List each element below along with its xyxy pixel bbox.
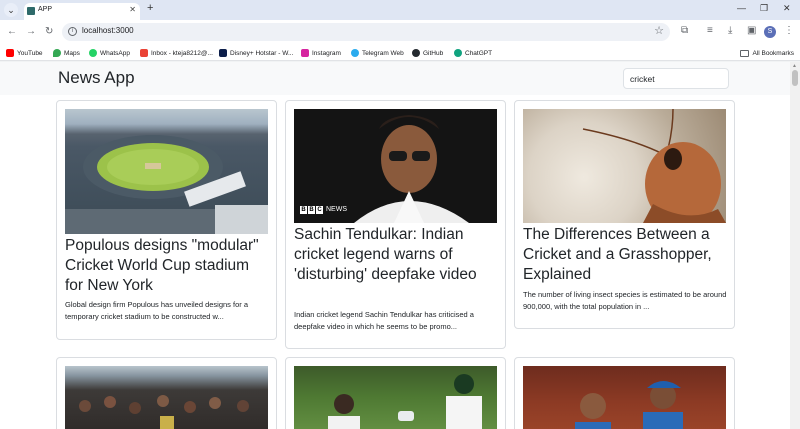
scroll-up-icon[interactable]: ▲ [792, 63, 797, 69]
folder-icon [740, 49, 750, 57]
hotstar-icon [219, 49, 227, 57]
forward-icon[interactable]: → [26, 26, 36, 37]
news-card[interactable] [56, 357, 277, 429]
tab-strip: ⌄ APP ✕ + — ❐ ✕ [0, 0, 800, 20]
portrait-image: B B C NEWS [294, 109, 497, 223]
bookmark-hotstar[interactable]: Disney+ Hotstar - W... [219, 47, 293, 59]
card-description: Indian cricket legend Sachin Tendulkar h… [294, 310, 474, 331]
profile-avatar[interactable]: S [764, 26, 776, 38]
maps-icon [53, 49, 61, 57]
downloads-icon[interactable]: ⤓ [728, 25, 732, 36]
side-panel-icon[interactable]: ▣ [747, 25, 756, 36]
address-bar[interactable]: i localhost:3000 ☆ [62, 23, 670, 41]
back-icon[interactable]: ← [7, 26, 17, 37]
chatgpt-icon [454, 49, 462, 57]
card-title[interactable]: The Differences Between a Cricket and a … [523, 225, 729, 285]
players-image [523, 366, 726, 429]
scroll-thumb[interactable] [792, 70, 798, 86]
all-bookmarks-button[interactable]: All Bookmarks [740, 47, 794, 59]
bookmark-instagram[interactable]: Instagram [301, 47, 341, 59]
news-card[interactable]: The Differences Between a Cricket and a … [514, 100, 735, 329]
card-description: The number of living insect species is e… [523, 290, 727, 311]
youtube-icon [6, 49, 14, 57]
bookmark-whatsapp[interactable]: WhatsApp [89, 47, 130, 59]
url-text: localhost:3000 [82, 26, 134, 35]
app-title: News App [58, 68, 135, 87]
page-viewport: News App Populous designs "modular" Cric… [0, 62, 790, 429]
bookmark-maps[interactable]: Maps [53, 47, 80, 59]
reload-icon[interactable]: ↻ [45, 26, 53, 37]
gmail-icon [140, 49, 148, 57]
minimize-icon[interactable]: — [737, 3, 746, 13]
telegram-icon [351, 49, 359, 57]
instagram-icon [301, 49, 309, 57]
bookmark-telegram[interactable]: Telegram Web [351, 47, 404, 59]
bookmark-chatgpt[interactable]: ChatGPT [454, 47, 492, 59]
news-card[interactable]: Populous designs "modular" Cricket World… [56, 100, 277, 340]
bookmark-gmail[interactable]: Inbox - kteja8212@... [140, 47, 213, 59]
search-input[interactable] [623, 68, 729, 89]
tab-favicon-icon [27, 7, 35, 15]
news-card[interactable]: B B C NEWS Sachin Tendulkar: Indian cric… [285, 100, 506, 349]
news-card[interactable] [514, 357, 735, 429]
whatsapp-icon [89, 49, 97, 57]
more-menu-icon[interactable]: ⋮ [784, 25, 794, 36]
match-image [294, 366, 497, 429]
bbc-logo: B B C NEWS [300, 206, 347, 214]
bookmarks-bar: YouTube Maps WhatsApp Inbox - kteja8212@… [0, 45, 800, 61]
tab-close-icon[interactable]: ✕ [129, 5, 136, 14]
bookmark-youtube[interactable]: YouTube [6, 47, 43, 59]
crowd-image [65, 366, 268, 429]
site-info-icon[interactable]: i [68, 27, 77, 36]
restore-icon[interactable]: ❐ [760, 3, 768, 14]
bookmark-star-icon[interactable]: ☆ [654, 24, 664, 37]
news-card[interactable] [285, 357, 506, 429]
page-scrollbar[interactable]: ▲ [790, 62, 800, 429]
browser-tab[interactable]: APP ✕ [24, 3, 140, 20]
card-description: Global design firm Populous has unveiled… [65, 300, 249, 321]
new-tab-icon[interactable]: + [147, 2, 153, 14]
card-title[interactable]: Populous designs "modular" Cricket World… [65, 236, 271, 296]
close-window-icon[interactable]: ✕ [783, 3, 791, 14]
tab-title: APP [38, 6, 53, 13]
github-icon [412, 49, 420, 57]
app-header: News App [0, 62, 790, 95]
insect-image [523, 109, 726, 223]
media-controls-icon[interactable]: ≡ [707, 25, 713, 36]
stadium-image [65, 109, 268, 234]
tab-search-icon[interactable]: ⌄ [4, 3, 18, 17]
card-title[interactable]: Sachin Tendulkar: Indian cricket legend … [294, 225, 500, 285]
extensions-icon[interactable]: ⧉ [681, 25, 688, 36]
bookmark-github[interactable]: GitHub [412, 47, 443, 59]
browser-toolbar: ← → ↻ i localhost:3000 ☆ ⧉ ≡ ⤓ ▣ S ⋮ [0, 20, 800, 45]
